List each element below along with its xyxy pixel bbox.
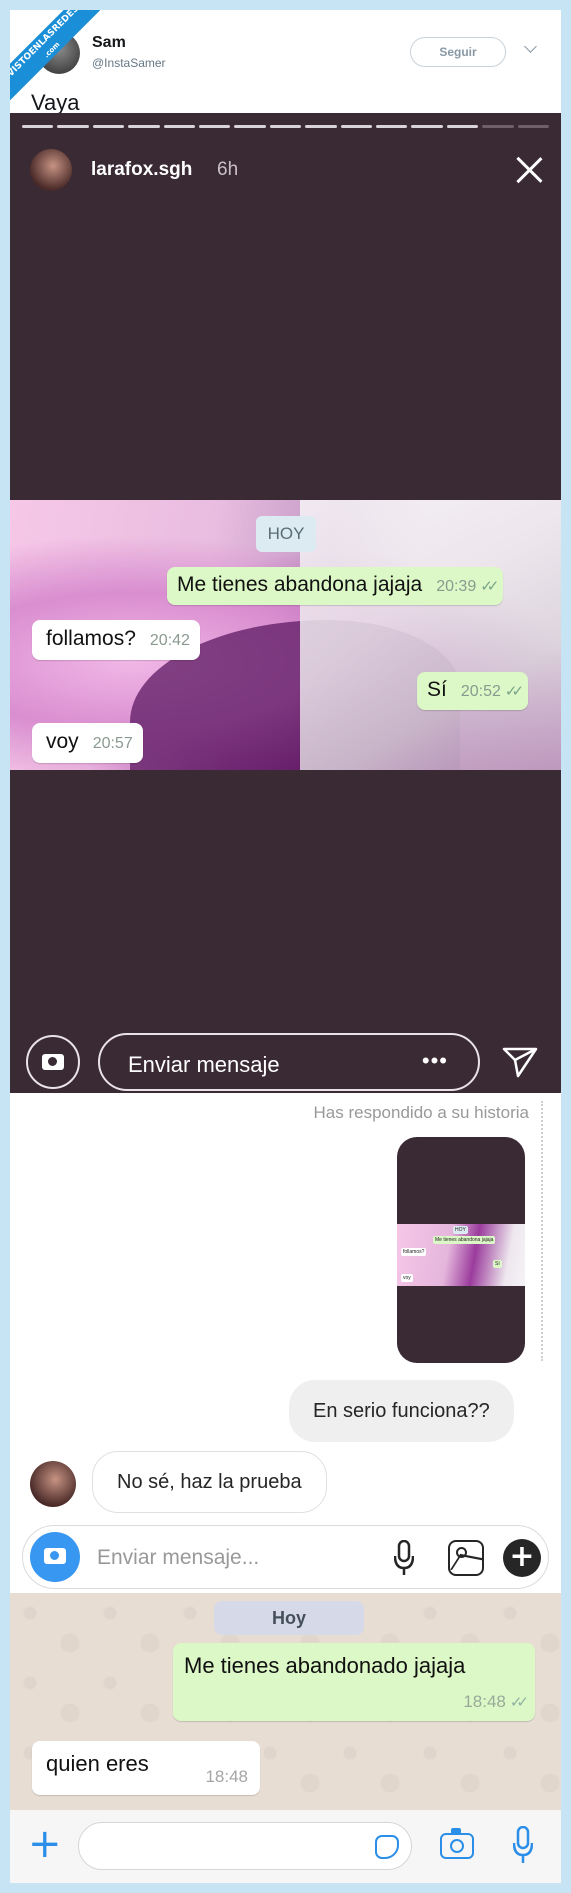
- thumb-bubble: follamos?: [401, 1248, 427, 1256]
- story-username[interactable]: larafox.sgh: [91, 159, 192, 181]
- camera-button[interactable]: [26, 1035, 80, 1089]
- story-screenshot: larafox.sgh 6h HOY Me tienes abandona ja…: [10, 113, 561, 1093]
- chat-time: 20:42: [149, 632, 190, 649]
- story-reply-placeholder: Enviar mensaje: [128, 1052, 280, 1077]
- camera-icon: [42, 1054, 64, 1070]
- thumb-bubble: Me tienes abandona jajaja: [433, 1236, 496, 1244]
- story-reply-bar: Enviar mensaje •••: [10, 1031, 561, 1093]
- story-progress-segment: [411, 125, 443, 128]
- chat-text: quien eres: [46, 1751, 149, 1776]
- story-thumbnail-photo: HOY Me tienes abandona jajaja follamos? …: [397, 1224, 525, 1286]
- chat-text: follamos?: [46, 627, 136, 650]
- camera-button[interactable]: [30, 1532, 80, 1582]
- microphone-icon[interactable]: [513, 1826, 533, 1864]
- story-progress-segment: [446, 125, 479, 128]
- chat-text: Sí: [427, 678, 447, 701]
- whatsapp-chat: Hoy Me tienes abandonado jajaja 18:48 ✓✓ …: [10, 1593, 561, 1883]
- chat-time: 20:39: [436, 578, 477, 595]
- story-progress-segment: [376, 125, 408, 128]
- story-progress-segment: [22, 125, 54, 128]
- sticker-icon[interactable]: [375, 1835, 399, 1859]
- chevron-down-icon[interactable]: [524, 40, 537, 53]
- instagram-dm-thread: Has respondido a su historia HOY Me tien…: [10, 1093, 561, 1593]
- chat-bubble-outgoing: Me tienes abandona jajaja 20:39 ✓✓: [167, 567, 504, 605]
- thumb-bubble: voy: [401, 1274, 413, 1282]
- chat-time: 20:52: [460, 683, 501, 700]
- microphone-icon[interactable]: [394, 1540, 414, 1576]
- photo-background-sleeve: [300, 500, 561, 770]
- double-check-icon: ✓✓: [504, 683, 524, 700]
- chat-time: 20:57: [92, 735, 133, 752]
- message-input[interactable]: Enviar mensaje...: [97, 1546, 259, 1570]
- story-reply-input[interactable]: Enviar mensaje •••: [98, 1033, 480, 1091]
- thumb-bubble: Sí: [493, 1260, 502, 1268]
- chat-bubble-outgoing: Sí 20:52 ✓✓: [417, 672, 529, 710]
- chat-meta: 18:48 ✓✓: [449, 1687, 529, 1713]
- dm-composer: Enviar mensaje... +: [22, 1525, 549, 1589]
- story-progress-segment: [163, 125, 196, 128]
- story-progress-segment: [199, 125, 231, 128]
- camera-icon: [44, 1548, 66, 1564]
- double-check-icon: ✓✓: [509, 1694, 529, 1711]
- double-check-icon: ✓✓: [480, 578, 499, 595]
- story-progress-segment: [517, 125, 550, 128]
- chat-time: 18:48: [205, 1767, 248, 1786]
- dm-bubble-outgoing: En serio funciona??: [289, 1380, 514, 1442]
- whatsapp-input-bar: +: [10, 1810, 561, 1883]
- story-progress-segment: [269, 125, 302, 128]
- story-progress-segment: [482, 125, 514, 128]
- close-icon[interactable]: [514, 155, 544, 185]
- story-photo: HOY Me tienes abandona jajaja 20:39 ✓✓ fol…: [10, 500, 561, 770]
- story-progress-segment: [340, 125, 373, 128]
- add-attachment-icon[interactable]: +: [28, 1824, 62, 1864]
- dm-text: En serio funciona??: [313, 1400, 490, 1422]
- story-progress-segment: [92, 125, 125, 128]
- dm-text: No sé, haz la prueba: [117, 1471, 302, 1493]
- gallery-icon[interactable]: [448, 1540, 484, 1576]
- message-input[interactable]: [78, 1822, 412, 1870]
- dm-avatar[interactable]: [30, 1461, 76, 1507]
- send-icon[interactable]: [501, 1043, 539, 1081]
- more-options-icon[interactable]: •••: [422, 1048, 448, 1074]
- thread-divider: [541, 1101, 543, 1361]
- chat-text: Me tienes abandonado jajaja: [184, 1653, 466, 1678]
- author-name[interactable]: Sam: [92, 34, 126, 52]
- story-progress-segment: [234, 125, 266, 128]
- chat-text: Me tienes abandona jajaja: [177, 573, 423, 596]
- story-time: 6h: [217, 159, 239, 180]
- story-reply-label: Has respondido a su historia: [313, 1103, 529, 1122]
- story-progress-segment: [128, 125, 160, 128]
- story-progress-segment: [305, 125, 337, 128]
- tweet-card: VISTOENLASREDES .com Sam @InstaSamer Seg…: [10, 10, 561, 1883]
- chat-text: voy: [46, 730, 79, 753]
- author-handle[interactable]: @InstaSamer: [92, 56, 166, 70]
- chat-bubble-outgoing: Me tienes abandonado jajaja 18:48 ✓✓: [173, 1643, 535, 1721]
- story-progress-bar: [22, 125, 550, 128]
- story-progress-segment: [57, 125, 89, 128]
- chat-time: 18:48: [463, 1692, 506, 1711]
- chat-date-chip: Hoy: [214, 1601, 364, 1635]
- chat-bubble-incoming: quien eres 18:48: [32, 1741, 260, 1795]
- chat-bubble-incoming: voy 20:57: [32, 723, 143, 763]
- add-icon[interactable]: +: [503, 1539, 541, 1577]
- thumb-date-chip: HOY: [453, 1226, 468, 1234]
- camera-icon[interactable]: [440, 1828, 474, 1859]
- follow-button[interactable]: Seguir: [410, 37, 506, 67]
- story-avatar[interactable]: [28, 147, 74, 193]
- story-thumbnail[interactable]: HOY Me tienes abandona jajaja follamos? …: [397, 1137, 525, 1363]
- chat-bubble-incoming: follamos? 20:42: [32, 620, 200, 660]
- chat-date-chip: HOY: [256, 516, 316, 552]
- dm-bubble-incoming: No sé, haz la prueba: [92, 1451, 327, 1513]
